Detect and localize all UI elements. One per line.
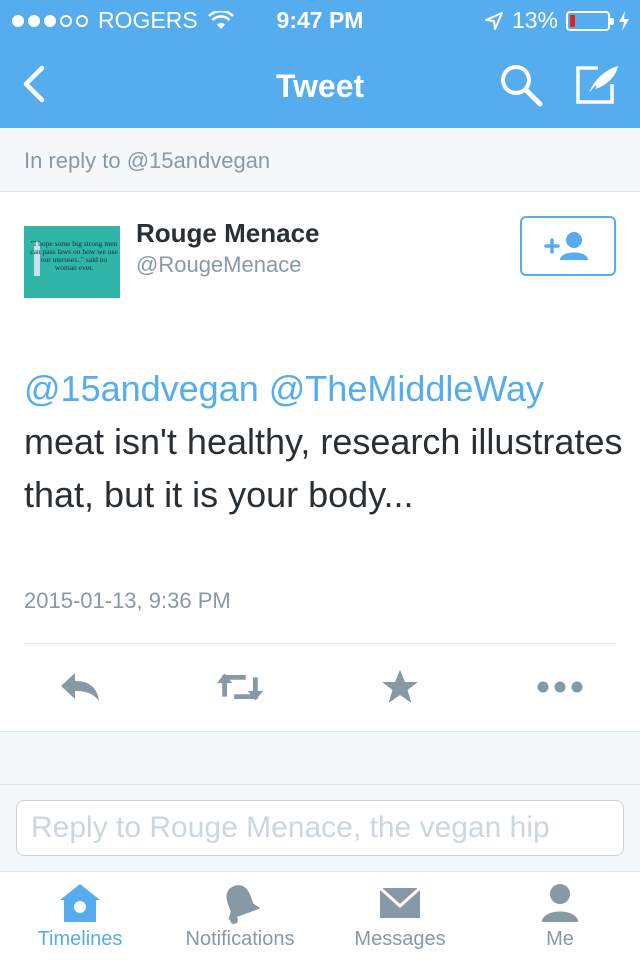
tab-label: Me bbox=[546, 928, 574, 950]
top-bar: ROGERS 9:47 PM 13% Tweet bbox=[0, 0, 640, 128]
tab-label: Timelines bbox=[37, 928, 123, 950]
author-handle[interactable]: @RougeMenace bbox=[136, 252, 301, 278]
tab-notifications[interactable]: Notifications bbox=[160, 872, 320, 960]
avatar-text: "I hope some big strong men can pass law… bbox=[30, 239, 118, 272]
tweet-body: meat isn't healthy, research illustrates… bbox=[24, 421, 623, 515]
location-arrow-icon bbox=[484, 11, 503, 30]
tab-label: Notifications bbox=[185, 928, 295, 950]
reply-input[interactable] bbox=[16, 800, 624, 856]
divider bbox=[0, 784, 640, 785]
status-right: 13% bbox=[484, 7, 630, 34]
envelope-icon bbox=[378, 886, 422, 918]
person-icon bbox=[542, 884, 578, 922]
tab-timelines[interactable]: Timelines bbox=[0, 872, 160, 960]
follow-button[interactable] bbox=[520, 216, 616, 276]
more-button[interactable] bbox=[535, 662, 585, 712]
retweet-button[interactable] bbox=[215, 662, 265, 712]
status-bar: ROGERS 9:47 PM 13% bbox=[0, 0, 640, 40]
mention-link[interactable]: @15andvegan bbox=[24, 368, 259, 409]
retweet-icon bbox=[216, 673, 264, 701]
mention-link[interactable]: @TheMiddleWay bbox=[269, 368, 544, 409]
in-reply-to-header[interactable]: In reply to @15andvegan bbox=[0, 128, 640, 192]
charging-bolt-icon bbox=[619, 10, 629, 31]
tab-bar: Timelines Notifications Messages Me bbox=[0, 871, 640, 960]
in-reply-to-label: In reply to @15andvegan bbox=[24, 148, 271, 173]
tweet-actions bbox=[0, 662, 640, 712]
author-name[interactable]: Rouge Menace bbox=[136, 218, 320, 249]
reply-area bbox=[0, 731, 640, 871]
favorite-star-icon bbox=[382, 670, 418, 703]
tab-me[interactable]: Me bbox=[480, 872, 640, 960]
add-user-icon bbox=[544, 232, 588, 260]
tab-messages[interactable]: Messages bbox=[320, 872, 480, 960]
search-icon[interactable] bbox=[498, 62, 544, 108]
page-title: Tweet bbox=[275, 68, 365, 104]
tab-label: Messages bbox=[354, 928, 446, 950]
divider bbox=[24, 643, 616, 644]
battery-icon bbox=[566, 10, 614, 31]
compose-tweet-icon[interactable] bbox=[572, 62, 622, 108]
tweet-text: @15andvegan @TheMiddleWay meat isn't hea… bbox=[24, 362, 624, 521]
reply-icon bbox=[61, 673, 99, 701]
bell-icon bbox=[226, 885, 260, 924]
battery-fill bbox=[570, 14, 575, 27]
reply-button[interactable] bbox=[55, 662, 105, 712]
favorite-button[interactable] bbox=[375, 662, 425, 712]
home-icon bbox=[60, 884, 100, 922]
avatar[interactable]: "I hope some big strong men can pass law… bbox=[24, 226, 120, 298]
tweet-timestamp: 2015-01-13, 9:36 PM bbox=[24, 588, 231, 613]
battery-percent: 13% bbox=[511, 7, 558, 33]
more-dots-icon bbox=[537, 681, 583, 693]
